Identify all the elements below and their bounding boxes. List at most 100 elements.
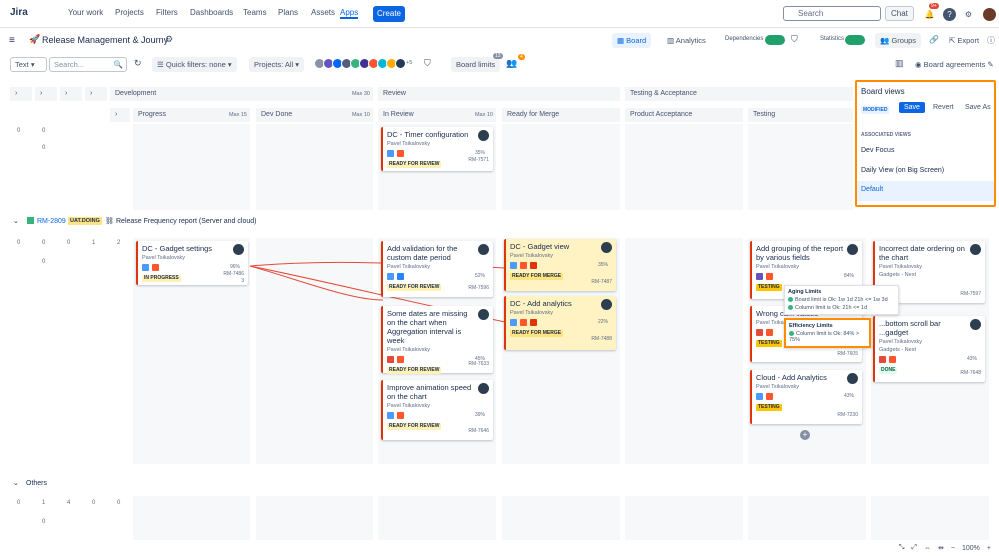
priority-icon [397, 412, 404, 419]
card-pct: 96% [229, 264, 240, 270]
others-label: Others [26, 480, 48, 487]
card-key[interactable]: RM-7230 [837, 412, 858, 418]
card-pct: 43% [843, 393, 854, 399]
card-owner: Pavel Tsikalovsky [387, 403, 430, 409]
chevron-down-icon[interactable]: ⌄ [13, 479, 19, 487]
avatar[interactable] [847, 244, 858, 255]
issue-card[interactable]: Improve animation speed on the chart Pav… [381, 380, 493, 440]
card-key[interactable]: RM-7597 [960, 291, 981, 297]
card-title: DC - Add analytics [510, 299, 572, 308]
board-views-title: Board views [861, 87, 905, 96]
avatar[interactable] [478, 244, 489, 255]
save-as-button[interactable]: Save As [965, 104, 991, 111]
subtask-icon [756, 393, 763, 400]
issue-card[interactable]: DC - Gadget view Pavel Tsikalovsky 35% R… [504, 239, 616, 291]
card-key[interactable]: RM-7605 [837, 351, 858, 357]
card-key[interactable]: RM-7633 [468, 361, 489, 367]
aging-limits-tooltip: Aging Limits Board limit is Ok: 1w 1d 21… [784, 285, 899, 315]
ok-icon [788, 305, 793, 311]
lane-count: 0 [17, 500, 21, 506]
card-key[interactable]: RM-7596 [468, 285, 489, 291]
subtask-icon [387, 412, 394, 419]
priority-icon [152, 264, 159, 271]
bug-icon [756, 329, 763, 336]
lane-count: 0 [42, 519, 46, 525]
view-item[interactable]: Dev Focus [861, 147, 894, 154]
card-pct: 52% [474, 273, 485, 279]
issue-card[interactable]: ...bottom scroll bar ...gadget Pavel Tsi… [873, 316, 985, 382]
card-owner: Pavel Tsikalovsky [510, 310, 553, 316]
zoom-out-icon[interactable]: − [951, 545, 955, 552]
avatar[interactable] [478, 309, 489, 320]
issue-card[interactable]: Cloud - Add Analytics Pavel Tsikalovsky … [750, 370, 862, 424]
add-card-icon[interactable]: + [800, 430, 810, 440]
zoom-controls: ⤡ ⤢ ⇔ ⇹ − 100% + [899, 544, 991, 552]
shrink-width-icon[interactable]: ⇹ [938, 544, 944, 552]
avatar[interactable] [601, 242, 612, 253]
avatar[interactable] [601, 299, 612, 310]
card-owner: Pavel Tsikalovsky [756, 384, 799, 390]
priority-icon [766, 393, 773, 400]
priority-icon [397, 273, 404, 280]
issue-card[interactable]: Some dates are missing on the chart when… [381, 306, 493, 374]
status-badge: READY FOR REVIEW [387, 367, 442, 374]
card-key[interactable]: RM-7486 [223, 271, 244, 277]
zoom-in-icon[interactable]: + [987, 545, 991, 552]
issue-card[interactable]: Add validation for the custom date perio… [381, 241, 493, 297]
collapse-icon[interactable]: ⤡ [899, 544, 905, 552]
avatar[interactable] [478, 383, 489, 394]
flag-icon [530, 262, 537, 269]
view-item[interactable]: Daily View (on Big Screen) [861, 167, 944, 174]
view-item-label: Default [861, 186, 884, 193]
card-title: DC - Gadget view [510, 242, 570, 251]
lane-count: 0 [92, 500, 96, 506]
lane-cell [256, 496, 373, 540]
priority-icon [889, 356, 896, 363]
card-title: ...bottom scroll bar ...gadget [879, 319, 941, 337]
card-owner: Pavel Tsikalovsky [142, 255, 185, 261]
card-owner: Pavel Tsikalovsky [510, 253, 553, 259]
lane-cell [378, 496, 496, 540]
ok-icon [788, 297, 793, 303]
card-key[interactable]: RM-7488 [591, 336, 612, 342]
card-title: Cloud - Add Analytics [756, 373, 827, 382]
card-owner: Pavel Tsikalovsky [879, 339, 922, 345]
card-key[interactable]: RM-7646 [468, 428, 489, 434]
view-item-selected[interactable]: Default [857, 181, 994, 201]
priority-icon [766, 329, 773, 336]
efficiency-column-limit: Column limit is Ok: 84% > 75% [789, 331, 860, 343]
issue-card[interactable]: DC - Add analytics Pavel Tsikalovsky 22%… [504, 296, 616, 350]
card-title: DC - Gadget settings [142, 244, 213, 253]
lane-count: 1 [42, 500, 46, 506]
status-badge: IN PROGRESS [142, 275, 181, 282]
priority-icon [766, 273, 773, 280]
fit-width-icon[interactable]: ⇔ [924, 545, 931, 552]
card-pct: 39% [474, 412, 485, 418]
avatar[interactable] [847, 373, 858, 384]
card-key[interactable]: RM-7487 [591, 279, 612, 285]
avatar[interactable] [970, 244, 981, 255]
story-icon [756, 273, 763, 280]
status-badge: TESTING [756, 404, 782, 411]
card-owner: Pavel Tsikalovsky [387, 264, 430, 270]
save-button[interactable]: Save [899, 102, 925, 113]
aging-title: Aging Limits [788, 289, 822, 295]
bug-icon [387, 356, 394, 363]
efficiency-limits-tooltip: Efficiency Limits Column limit is Ok: 84… [784, 318, 871, 348]
card-key[interactable]: RM-7648 [960, 370, 981, 376]
others-swimlane-header[interactable]: ⌄ Others [10, 477, 850, 491]
lane-count: 0 [117, 500, 121, 506]
avatar[interactable] [233, 244, 244, 255]
card-title: Incorrect date ordering on the chart [879, 244, 965, 262]
revert-button[interactable]: Revert [933, 104, 954, 111]
expand-icon[interactable]: ⤢ [911, 544, 917, 552]
avatar[interactable] [970, 319, 981, 330]
status-badge: TESTING [756, 340, 782, 347]
card-subtitle: Gadgets - Next [879, 272, 916, 278]
status-badge: TESTING [756, 284, 782, 291]
issue-card[interactable]: DC - Gadget settings Pavel Tsikalovsky 9… [136, 241, 248, 285]
status-badge: READY FOR REVIEW [387, 423, 442, 430]
lane-cell [502, 496, 620, 540]
card-owner: Pavel Tsikalovsky [756, 264, 799, 270]
card-title: Add grouping of the report by various fi… [756, 244, 844, 262]
